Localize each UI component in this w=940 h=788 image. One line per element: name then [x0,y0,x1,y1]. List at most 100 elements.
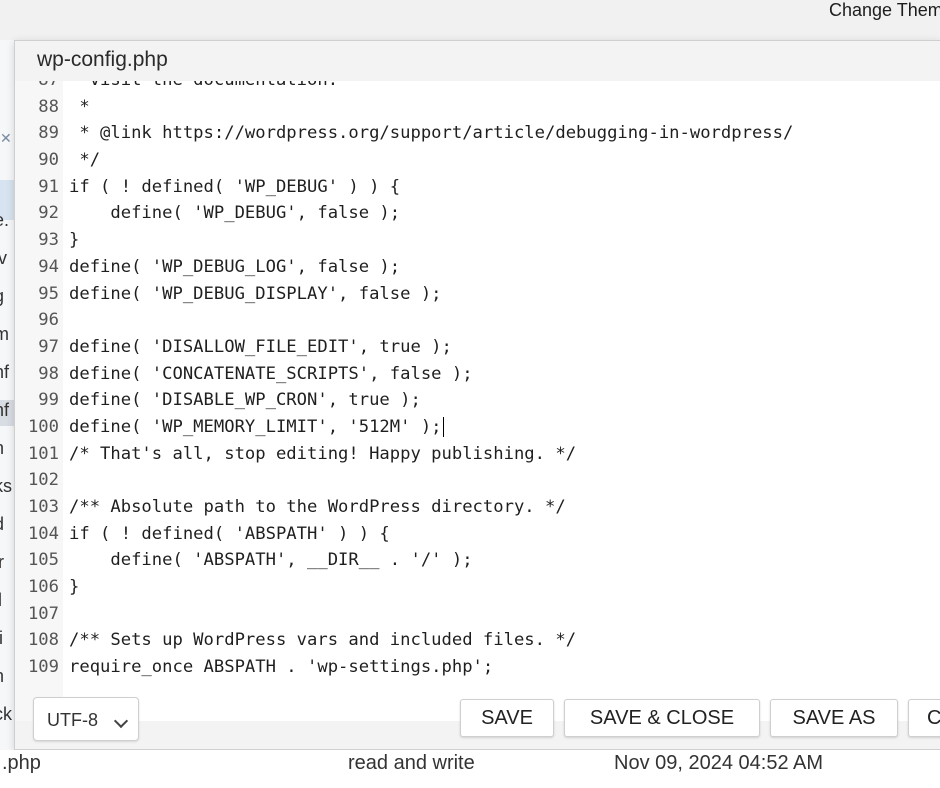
code-text[interactable]: define( 'WP_DEBUG', false ); [69,200,400,227]
line-number: 100 [27,416,59,437]
save-close-button[interactable]: SAVE & CLOSE [564,699,760,737]
code-line[interactable]: 96 [15,307,940,334]
save-as-button[interactable]: SAVE AS [770,699,898,737]
background-list-item[interactable]: nf [0,400,14,426]
code-lines[interactable]: 87 visit the documentation.88 *89 * @lin… [15,81,940,681]
line-number: 106 [27,577,59,598]
line-number: 95 [38,283,59,304]
text-cursor [442,416,444,437]
line-number: 108 [27,630,59,651]
code-line[interactable]: 91 if ( ! defined( 'WP_DEBUG' ) ) { [15,174,940,201]
code-line[interactable]: 98 define( 'CONCATENATE_SCRIPTS', false )… [15,361,940,388]
background-list-item[interactable]: n [0,438,14,464]
code-line[interactable]: 103 /** Absolute path to the WordPress di… [15,494,940,521]
code-line[interactable]: 92 define( 'WP_DEBUG', false ); [15,200,940,227]
code-content: if ( ! defined( 'ABSPATH' ) ) { [69,523,390,544]
code-line[interactable]: 109 require_once ABSPATH . 'wp-settings.p… [15,654,940,681]
code-line[interactable]: 93} [15,227,940,254]
code-text[interactable]: define( 'WP_DEBUG_DISPLAY', false ); [69,281,442,308]
line-number: 88 [38,96,59,117]
code-line[interactable]: 95 define( 'WP_DEBUG_DISPLAY', false ); [15,281,940,308]
background-list-item[interactable]: ir [0,552,14,578]
code-line[interactable]: 99 define( 'DISABLE_WP_CRON', true ); [15,387,940,414]
code-content: define( 'WP_DEBUG_DISPLAY', false ); [69,283,442,304]
code-line[interactable]: 105 define( 'ABSPATH', __DIR__ . '/' ); [15,547,940,574]
code-line[interactable]: 100 define( 'WP_MEMORY_LIMIT', '512M' ); [15,414,940,441]
code-content: define( 'WP_DEBUG_LOG', false ); [69,256,401,277]
line-number: 96 [38,310,59,331]
code-content: define( 'ABSPATH', __DIR__ . '/' ); [69,550,473,571]
code-text[interactable]: define( 'CONCATENATE_SCRIPTS', false ); [69,361,473,388]
code-line[interactable]: 97 define( 'DISALLOW_FILE_EDIT', true ); [15,334,940,361]
code-content: if ( ! defined( 'WP_DEBUG' ) ) { [69,176,401,197]
background-list-item[interactable]: nf [0,362,14,388]
save-button[interactable]: SAVE [460,699,554,737]
file-editor-dialog: wp-config.php 87 visit the documentation… [14,40,940,750]
code-text[interactable]: } [69,574,79,601]
code-text[interactable]: * [69,94,89,121]
code-line[interactable]: 89 * @link https://wordpress.org/support… [15,120,940,147]
line-number: 89 [38,123,59,144]
code-text[interactable]: visit the documentation. [69,81,338,94]
line-number: 94 [38,256,59,277]
code-line[interactable]: 107 [15,601,940,628]
code-content: define( 'WP_DEBUG', false ); [69,203,401,224]
code-line[interactable]: 102 [15,467,940,494]
code-content: */ [69,150,101,171]
code-text[interactable]: define( 'WP_DEBUG_LOG', false ); [69,254,400,281]
code-content: define( 'DISABLE_WP_CRON', true ); [69,390,421,411]
top-bar: Change Them [0,0,940,40]
background-list-item[interactable]: ks [0,476,14,502]
code-content: require_once ABSPATH . 'wp-settings.php'… [69,657,494,678]
code-line[interactable]: 94 define( 'WP_DEBUG_LOG', false ); [15,254,940,281]
code-line[interactable]: 101 /* That's all, stop editing! Happy pu… [15,441,940,468]
code-line[interactable]: 87 visit the documentation. [15,81,940,94]
code-content: } [69,577,80,598]
code-text[interactable]: } [69,227,79,254]
background-list-item[interactable]: ti [0,628,14,654]
line-number: 99 [38,390,59,411]
code-text[interactable]: * @link https://wordpress.org/support/ar… [69,120,793,147]
code-text[interactable]: define( 'DISALLOW_FILE_EDIT', true ); [69,334,452,361]
code-content: define( 'CONCATENATE_SCRIPTS', false ); [69,363,473,384]
code-line[interactable]: 90 */ [15,147,940,174]
code-text[interactable]: define( 'DISABLE_WP_CRON', true ); [69,387,421,414]
background-list-item[interactable]: n [0,666,14,692]
code-text[interactable]: /** Absolute path to the WordPress direc… [69,494,566,521]
code-line[interactable]: 88 * [15,94,940,121]
code-line[interactable]: 106} [15,574,940,601]
code-text[interactable]: /* That's all, stop editing! Happy publi… [69,441,576,468]
code-text[interactable]: if ( ! defined( 'WP_DEBUG' ) ) { [69,174,400,201]
code-editor[interactable]: 87 visit the documentation.88 *89 * @lin… [15,81,940,721]
line-number: 91 [38,176,59,197]
background-file-list: ✕ e. iv gm nf nf n ks d ir il ti n ck [0,40,14,750]
file-name: .php [2,752,41,774]
background-list-item[interactable]: ck [0,704,14,730]
encoding-value: UTF-8 [47,710,98,730]
code-text[interactable]: */ [69,147,100,174]
code-text[interactable]: define( 'ABSPATH', __DIR__ . '/' ); [69,547,473,574]
background-list-item[interactable]: il [0,590,14,616]
background-list-item[interactable]: d [0,514,14,540]
code-text[interactable]: /** Sets up WordPress vars and included … [69,627,576,654]
background-list-item[interactable]: e. [0,210,14,236]
code-line[interactable]: 104 if ( ! defined( 'ABSPATH' ) ) { [15,521,940,548]
encoding-select[interactable]: UTF-8 [33,697,139,741]
background-list-item[interactable]: iv [0,248,14,274]
cancel-button[interactable]: C [908,699,940,737]
change-theme-link[interactable]: Change Them [829,0,940,21]
code-text[interactable]: define( 'WP_MEMORY_LIMIT', '512M' ); [69,414,444,441]
file-row[interactable]: .php read and write Nov 09, 2024 04:52 A… [0,750,940,788]
code-text[interactable]: require_once ABSPATH . 'wp-settings.php'… [69,654,493,681]
file-permissions: read and write [348,752,475,774]
code-line[interactable]: 108 /** Sets up WordPress vars and includ… [15,627,940,654]
code-text[interactable]: if ( ! defined( 'ABSPATH' ) ) { [69,521,390,548]
code-content: /** Sets up WordPress vars and included … [69,630,577,651]
line-number: 101 [27,443,59,464]
tools-icon: ✕ [0,130,12,146]
line-number: 103 [27,497,59,517]
file-modified: Nov 09, 2024 04:52 AM [614,752,824,774]
chevron-down-icon [113,713,129,729]
background-list-item[interactable]: g [0,286,14,312]
background-list-item[interactable]: m [0,324,14,350]
